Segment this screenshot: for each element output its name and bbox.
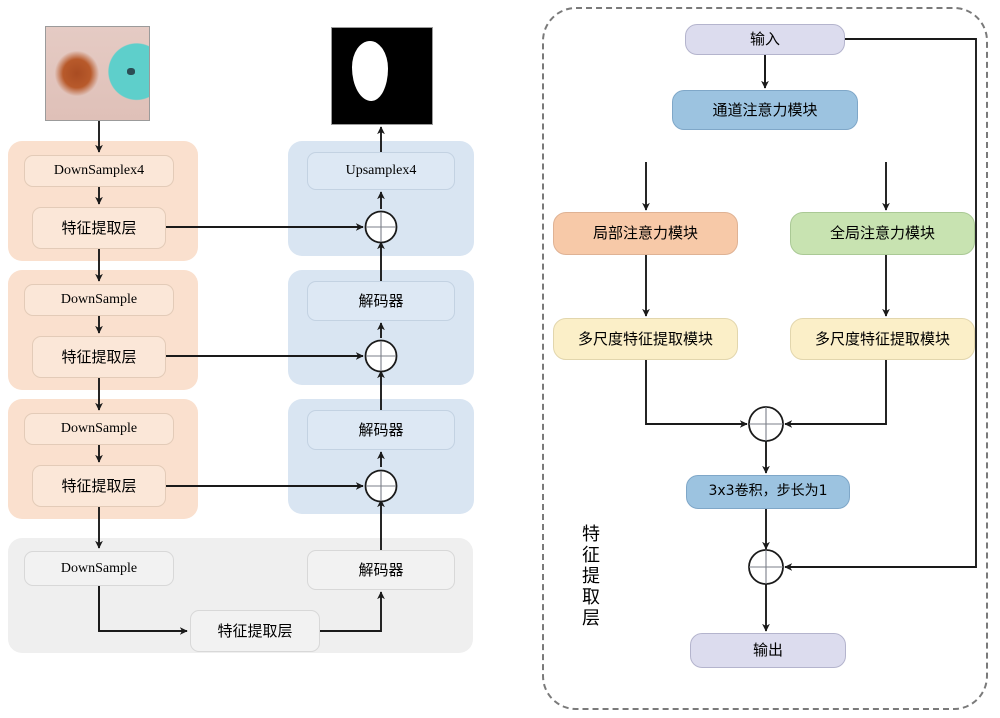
segmentation-mask-image <box>331 27 433 125</box>
multiscale-feature-node-left[interactable]: 多尺度特征提取模块 <box>553 318 738 360</box>
channel-attention-node[interactable]: 通道注意力模块 <box>672 90 858 130</box>
global-attention-node[interactable]: 全局注意力模块 <box>790 212 975 255</box>
conv-3x3-node[interactable]: 3x3卷积，步长为1 <box>686 475 850 509</box>
decoder-1-upsample[interactable]: Upsamplex4 <box>307 152 455 190</box>
encoder-3-downsample[interactable]: DownSample <box>24 413 174 445</box>
decoder-3-box[interactable]: 解码器 <box>307 410 455 450</box>
bottleneck-downsample[interactable]: DownSample <box>24 551 174 586</box>
panel-caption: 特征提取层 <box>579 524 600 629</box>
encoder-1-downsample[interactable]: DownSamplex4 <box>24 155 174 187</box>
encoder-2-feature-extraction[interactable]: 特征提取层 <box>32 336 166 378</box>
mask-blob <box>352 41 388 101</box>
encoder-3-feature-extraction[interactable]: 特征提取层 <box>32 465 166 507</box>
multiscale-feature-node-right[interactable]: 多尺度特征提取模块 <box>790 318 975 360</box>
decoder-2-box[interactable]: 解码器 <box>307 281 455 321</box>
module-output-node[interactable]: 输出 <box>690 633 846 668</box>
encoder-2-downsample[interactable]: DownSample <box>24 284 174 316</box>
dermoscopy-input-image <box>45 26 150 121</box>
local-attention-node[interactable]: 局部注意力模块 <box>553 212 738 255</box>
module-input-node[interactable]: 输入 <box>685 24 845 55</box>
bottleneck-decoder[interactable]: 解码器 <box>307 550 455 590</box>
encoder-1-feature-extraction[interactable]: 特征提取层 <box>32 207 166 249</box>
bottleneck-feature-extraction[interactable]: 特征提取层 <box>190 610 320 652</box>
diagram-canvas: DownSamplex4 特征提取层 DownSample 特征提取层 Down… <box>0 0 1000 718</box>
